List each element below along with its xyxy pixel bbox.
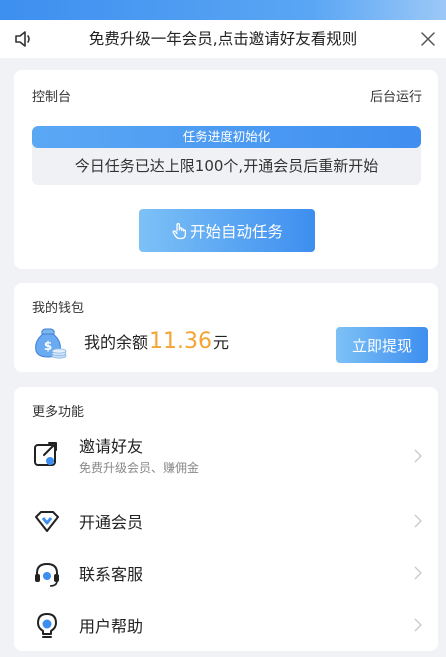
lightbulb-icon	[37, 613, 57, 638]
feature-label: 开通会员	[79, 513, 144, 532]
task-progress-box: 任务进度初始化 今日任务已达上限100个,开通会员后重新开始	[32, 126, 421, 185]
start-auto-task-button[interactable]: 开始自动任务	[139, 209, 315, 252]
more-features-card: 更多功能 邀请好友 免费升级会员、赚佣金 开通会员 联系客服 用户帮助	[14, 387, 438, 651]
withdraw-button[interactable]: 立即提现	[336, 327, 428, 363]
progress-bar: 任务进度初始化	[32, 126, 421, 148]
chevron-right-icon	[414, 449, 422, 463]
more-features-title: 更多功能	[32, 405, 85, 420]
console-card: 控制台 后台运行 任务进度初始化 今日任务已达上限100个,开通会员后重新开始 …	[14, 70, 438, 269]
feature-open-membership[interactable]: 开通会员	[14, 495, 438, 547]
background-run-label[interactable]: 后台运行	[370, 86, 422, 105]
headset-icon	[35, 562, 59, 587]
feature-label: 邀请好友	[79, 437, 144, 456]
progress-message: 今日任务已达上限100个,开通会员后重新开始	[74, 157, 379, 175]
chevron-right-icon	[414, 514, 422, 528]
balance-text: 我的余额 11.36 元	[84, 329, 229, 354]
feature-label: 用户帮助	[79, 617, 144, 636]
svg-text:$: $	[44, 339, 52, 353]
diamond-icon	[35, 511, 59, 532]
feature-contact-support[interactable]: 联系客服	[14, 547, 438, 599]
close-icon[interactable]	[420, 31, 436, 47]
feature-label: 联系客服	[79, 565, 144, 584]
balance-prefix: 我的余额	[84, 333, 149, 352]
hand-pointer-icon	[172, 222, 187, 239]
feature-sublabel: 免费升级会员、赚佣金	[79, 461, 200, 475]
wallet-title: 我的钱包	[32, 301, 85, 316]
speaker-icon	[15, 31, 30, 47]
top-strip	[0, 0, 446, 20]
console-title: 控制台	[32, 90, 72, 105]
share-icon	[34, 442, 57, 466]
balance-amount: 11.36	[149, 329, 212, 354]
balance-unit: 元	[213, 333, 230, 352]
feature-user-help[interactable]: 用户帮助	[14, 599, 438, 651]
start-button-label: 开始自动任务	[189, 222, 283, 241]
money-bag-icon: $	[35, 328, 67, 359]
chevron-right-icon	[414, 618, 422, 632]
chevron-right-icon	[414, 566, 422, 580]
feature-invite-friends[interactable]: 邀请好友 免费升级会员、赚佣金	[14, 425, 438, 487]
notice-text[interactable]: 免费升级一年会员,点击邀请好友看规则	[40, 20, 406, 58]
notice-bar[interactable]: 免费升级一年会员,点击邀请好友看规则	[0, 20, 446, 58]
wallet-card: 我的钱包 $ 我的余额 11.36 元 立即提现	[14, 283, 438, 372]
